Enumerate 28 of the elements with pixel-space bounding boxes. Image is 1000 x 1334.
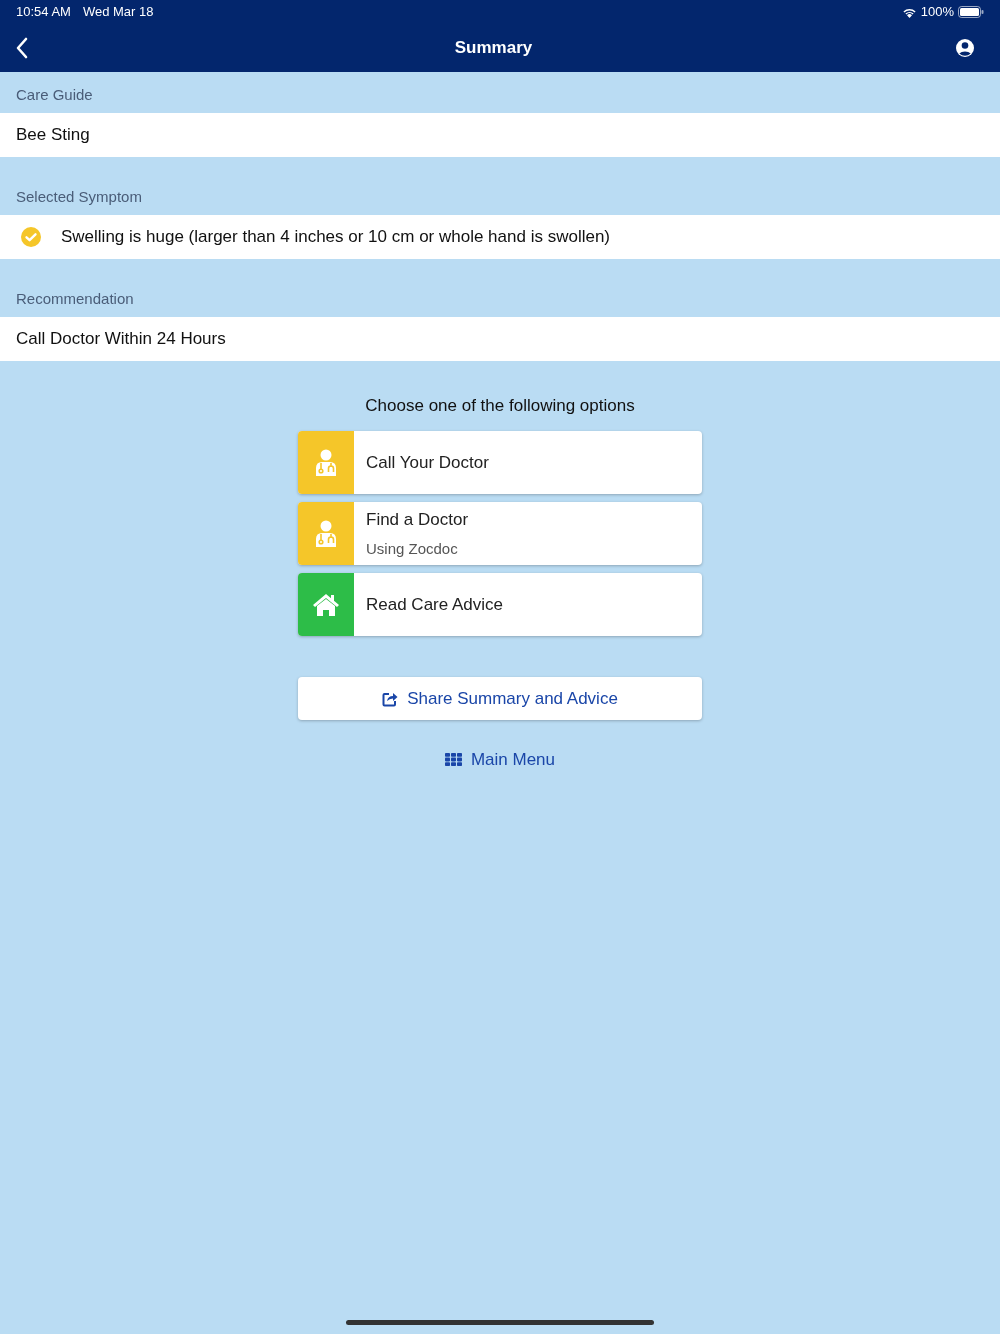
page-title: Summary (454, 37, 533, 60)
row-text: Call Doctor Within 24 Hours (16, 328, 226, 351)
row-text: Swelling is huge (larger than 4 inches or 10 cm or whole hand is swollen) (61, 226, 610, 249)
option-button[interactable]: Find a Doctor Using Zocdoc (298, 502, 702, 565)
options-prompt: Choose one of the following options (365, 395, 635, 415)
option-button[interactable]: Read Care Advice (298, 573, 702, 636)
battery-percent: 100% (920, 3, 954, 22)
section-label: Care Guide (16, 84, 93, 105)
wifi-icon (901, 6, 917, 18)
option-subtitle: Using Zocdoc (366, 538, 459, 559)
section-label: Recommendation (16, 288, 134, 309)
main-menu-link[interactable]: Main Menu (444, 747, 556, 773)
row-text: Bee Sting (16, 124, 90, 147)
option-button[interactable]: Call Your Doctor (298, 431, 702, 494)
share-icon (382, 690, 399, 707)
share-button[interactable]: Share Summary and Advice (298, 677, 702, 720)
doctor-icon (313, 519, 339, 548)
status-time: 10:54 AM (16, 3, 71, 22)
doctor-icon (313, 448, 339, 477)
house-icon (312, 592, 340, 617)
option-title: Call Your Doctor (366, 451, 489, 474)
option-title: Read Care Advice (366, 593, 504, 616)
status-date: Wed Mar 18 (82, 3, 154, 22)
option-title: Find a Doctor (366, 509, 469, 531)
battery-icon (958, 6, 984, 18)
grid-icon (444, 753, 462, 767)
account-button[interactable] (955, 38, 975, 58)
section-label: Selected Symptom (16, 186, 142, 207)
